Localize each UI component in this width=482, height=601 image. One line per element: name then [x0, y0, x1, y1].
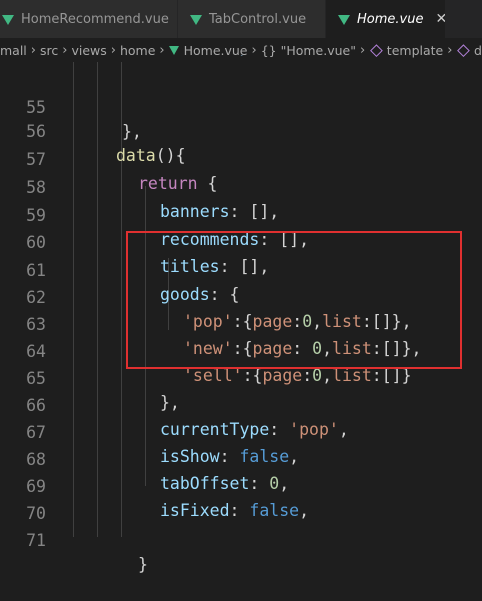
chevron-right-icon: › — [110, 42, 116, 58]
code-line: 57 return { — [0, 124, 482, 193]
tab-label: TabControl.vue — [209, 11, 307, 27]
vue-file-icon — [190, 15, 202, 25]
element-icon — [370, 43, 383, 57]
chevron-right-icon: › — [62, 42, 68, 58]
code-line: 66 currentType: 'pop', — [0, 370, 482, 439]
code-line: 70 — [0, 478, 482, 523]
line-number: 71 — [26, 531, 46, 550]
code-line: 59 recommends: [], — [0, 180, 482, 249]
editor-tab-bar: HomeRecommend.vue TabControl.vue Home.vu… — [0, 0, 482, 38]
code-line: 68 tabOffset: 0, — [0, 424, 482, 493]
code-line: 71 } — [0, 505, 482, 574]
code-line: 60 titles: [], — [0, 207, 482, 276]
chevron-right-icon: › — [30, 42, 36, 58]
code-line: 67 isShow: false, — [0, 397, 482, 466]
close-icon[interactable]: ✕ — [435, 11, 445, 27]
element-icon — [457, 43, 470, 57]
breadcrumb-item[interactable]: d — [474, 43, 482, 58]
breadcrumb-item[interactable]: mall — [0, 43, 27, 58]
vue-file-icon — [338, 15, 350, 25]
chevron-right-icon: › — [359, 42, 366, 58]
tab-tab-control[interactable]: TabControl.vue — [178, 0, 326, 38]
vue-file-icon — [168, 45, 179, 55]
breadcrumb-item[interactable]: {} "Home.vue" — [261, 43, 356, 58]
breadcrumb-item[interactable]: src — [40, 43, 58, 58]
breadcrumb-item[interactable]: template — [387, 43, 443, 58]
highlight-box — [126, 231, 462, 369]
tab-label: Home.vue — [357, 11, 424, 27]
tab-label: HomeRecommend.vue — [21, 11, 169, 27]
code-line: 58 banners: [], — [0, 152, 482, 221]
code-line: 56 data(){ — [0, 96, 482, 165]
code-line: 69 isFixed: false, — [0, 451, 482, 520]
tab-home-recommend[interactable]: HomeRecommend.vue — [0, 0, 178, 38]
chevron-right-icon: › — [447, 42, 453, 58]
code-text: } — [138, 555, 148, 574]
breadcrumb-item[interactable]: views — [71, 43, 106, 58]
vue-file-icon — [2, 15, 14, 25]
clipped-code-line: returnsClips — [140, 55, 270, 60]
tab-home[interactable]: Home.vue ✕ — [326, 0, 446, 38]
code-line: 55 }, — [0, 72, 482, 141]
